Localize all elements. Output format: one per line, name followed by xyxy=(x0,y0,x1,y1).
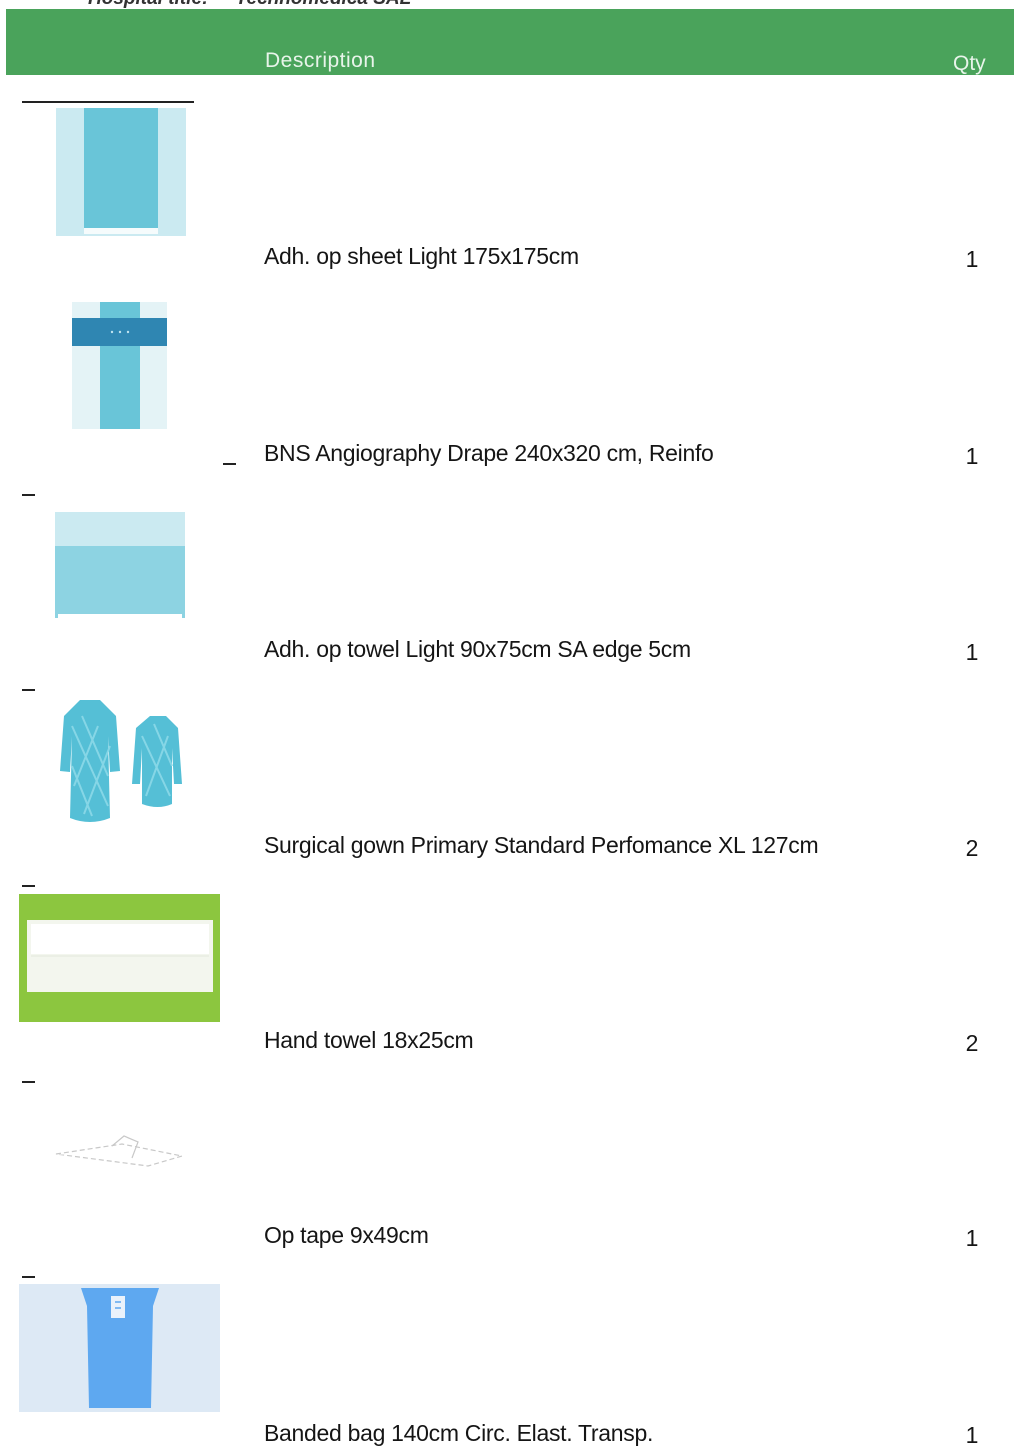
dash-mark xyxy=(22,885,35,887)
drape-sheet-image xyxy=(56,108,186,236)
banded-bag-image xyxy=(19,1284,220,1412)
dash-mark xyxy=(22,1276,35,1278)
description-column-header: Description xyxy=(265,49,376,72)
dash-mark xyxy=(22,689,35,691)
qty-column-header: Qty xyxy=(953,52,986,75)
hospital-title-line: Hospital title: Technomedica SAL xyxy=(88,0,411,9)
surgical-gown-image xyxy=(60,700,182,822)
item-description: Hand towel 18x25cm xyxy=(264,1027,474,1053)
item-description: BNS Angiography Drape 240x320 cm, Reinfo xyxy=(264,440,714,466)
op-towel-image xyxy=(55,512,185,618)
item-qty: 2 xyxy=(965,835,979,861)
item-description: Adh. op towel Light 90x75cm SA edge 5cm xyxy=(264,636,691,662)
op-tape-image xyxy=(55,1135,183,1167)
angiography-drape-image xyxy=(72,302,167,429)
item-qty: 1 xyxy=(965,639,979,665)
dash-mark xyxy=(22,494,35,496)
item-qty: 1 xyxy=(965,246,979,272)
item-description: Adh. op sheet Light 175x175cm xyxy=(264,243,579,269)
hand-towel-image xyxy=(19,894,220,1022)
dash-mark xyxy=(223,463,236,465)
dash-mark xyxy=(22,1081,35,1083)
item-description: Op tape 9x49cm xyxy=(264,1222,429,1248)
divider-line xyxy=(22,101,194,103)
item-qty: 1 xyxy=(965,1422,979,1448)
table-header: Description Qty xyxy=(6,9,1014,75)
item-qty: 1 xyxy=(965,443,979,469)
item-description: Surgical gown Primary Standard Perfomanc… xyxy=(264,832,819,858)
item-qty: 2 xyxy=(965,1030,979,1056)
item-description: Banded bag 140cm Circ. Elast. Transp. xyxy=(264,1420,654,1446)
item-qty: 1 xyxy=(965,1225,979,1251)
